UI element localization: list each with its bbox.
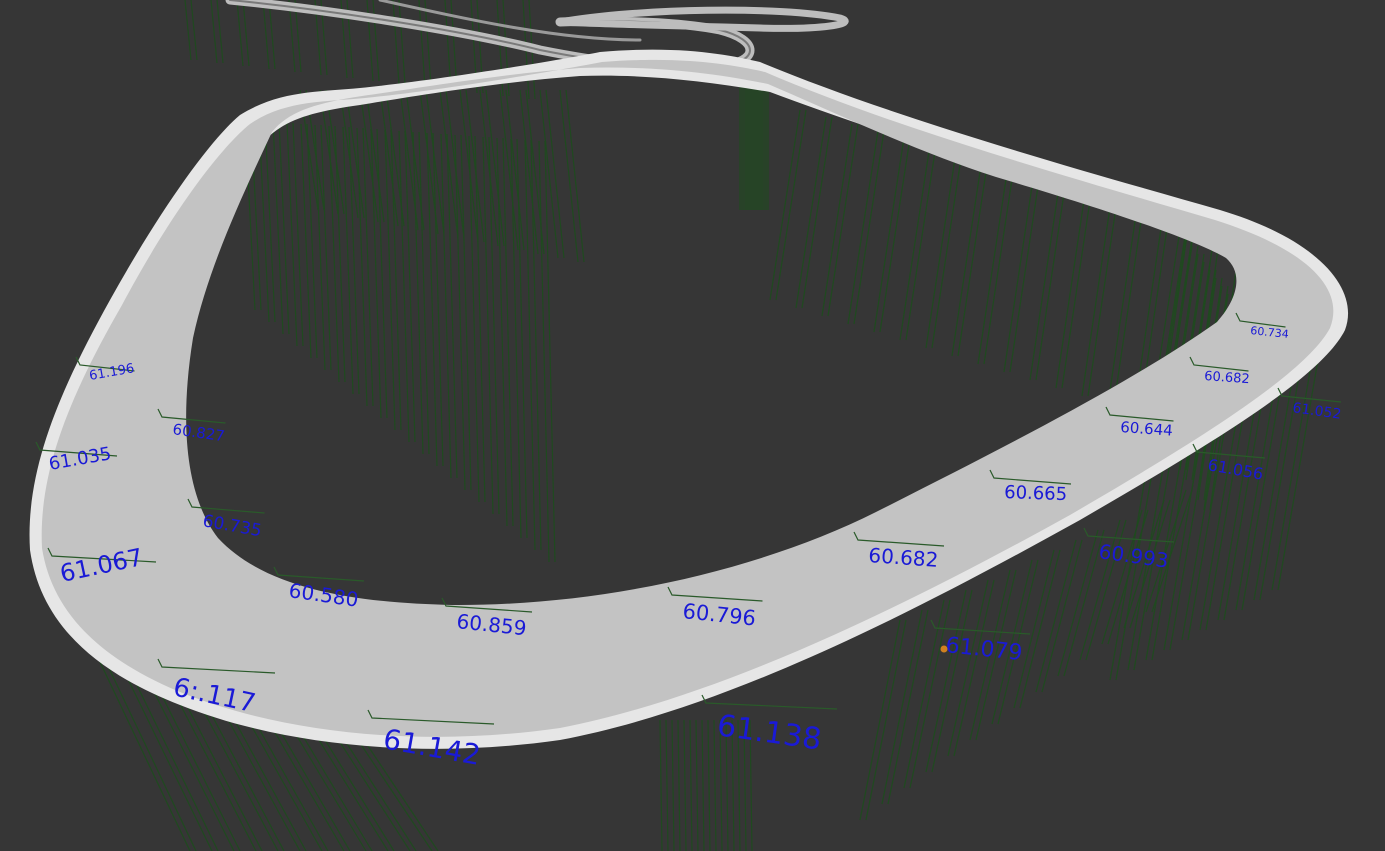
pile-line — [707, 719, 711, 851]
pile-line — [398, 130, 410, 443]
station-tick — [701, 694, 838, 710]
pile-line — [677, 719, 681, 851]
pile-line — [474, 135, 486, 503]
pile-line — [210, 0, 218, 64]
pile-line — [659, 719, 663, 851]
pile-line — [538, 140, 550, 563]
pile-line — [887, 609, 929, 805]
pile-line — [404, 130, 416, 443]
pile-line — [216, 0, 224, 64]
pile-line — [931, 589, 973, 773]
pile-line — [440, 133, 452, 479]
pile-line — [362, 127, 374, 407]
pile-line — [953, 579, 995, 757]
distant-road — [225, 0, 849, 72]
elevation-label-i7: 60.665 — [1004, 482, 1068, 505]
pile-line — [671, 719, 675, 851]
pile-line — [392, 0, 400, 85]
pile-line — [278, 121, 290, 335]
elevation-label-o9: 61.056 — [1206, 455, 1264, 483]
pile-line — [190, 0, 198, 61]
pile-line — [184, 0, 192, 61]
selection-marker[interactable] — [940, 645, 948, 653]
station-tick — [273, 566, 365, 582]
elevation-label-i6: 60.682 — [868, 543, 939, 572]
elevation-label-o10: 61.052 — [1291, 400, 1342, 423]
pile-line — [859, 619, 901, 821]
pile-line — [366, 0, 374, 82]
pile-line — [665, 719, 669, 851]
pile-line — [865, 619, 907, 821]
pile-line — [454, 134, 466, 491]
elevation-label-i9: 60.682 — [1204, 369, 1250, 387]
pile-line — [372, 0, 380, 82]
pile-line — [1019, 549, 1061, 709]
pile-line — [236, 0, 244, 67]
elevation-label-o6: 61.138 — [715, 708, 824, 757]
pile-line — [268, 0, 276, 70]
pile-line — [460, 134, 472, 491]
road-surface — [29, 49, 1349, 749]
pile-line — [306, 123, 318, 359]
pile-line — [689, 719, 693, 851]
pile-line — [695, 719, 699, 851]
pile-line — [1041, 539, 1083, 693]
pile-line — [262, 0, 270, 70]
elevation-label-o8: 60.993 — [1097, 539, 1170, 573]
pile-line — [398, 0, 406, 85]
pile-line — [544, 140, 556, 563]
pile-line — [683, 719, 687, 851]
pile-line — [242, 0, 250, 67]
pile-line — [1013, 549, 1055, 709]
pile-line — [370, 128, 382, 419]
3d-viewport[interactable]: 61.067 61.035 61.196 6:.117 61.142 61.138 61.0… — [0, 0, 1385, 851]
pile-line — [320, 124, 332, 371]
pile-line — [418, 131, 430, 455]
station-tick — [1277, 387, 1342, 403]
pile-line — [1277, 359, 1319, 591]
pile-line — [769, 109, 801, 301]
pile-line — [356, 127, 368, 407]
pile-line — [1057, 529, 1099, 677]
pile-line — [424, 0, 432, 88]
pile-line — [701, 719, 705, 851]
pile-line — [418, 0, 426, 88]
pile-line — [264, 120, 276, 323]
pile-line — [376, 128, 388, 419]
pile-line — [524, 139, 536, 551]
pile-line — [384, 129, 396, 431]
pile-line — [292, 122, 304, 347]
elevation-label-i8: 60.644 — [1120, 418, 1174, 440]
road-scene: 61.06761.03561.1966:.11761.142 61.13861.0… — [29, 0, 1349, 851]
pile-line — [1035, 539, 1077, 693]
pile-line — [390, 129, 402, 431]
